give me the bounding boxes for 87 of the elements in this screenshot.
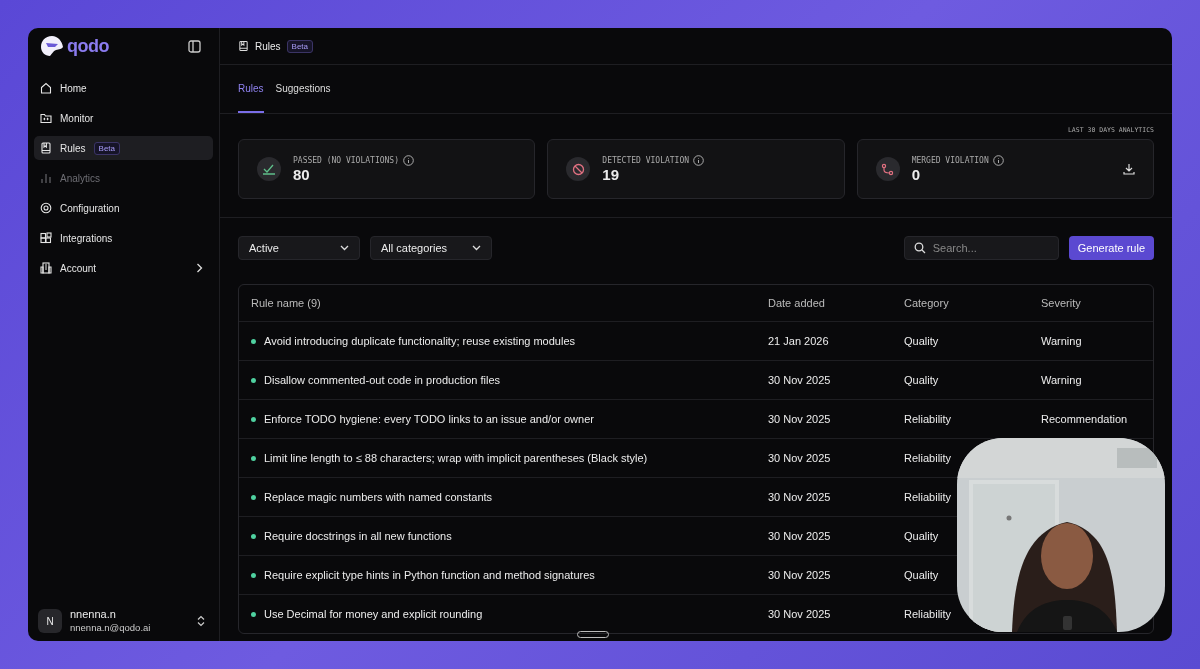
stat-value: 0	[911, 166, 921, 183]
table-cell: 30 Nov 2025	[768, 374, 831, 386]
table-cell: Quality	[904, 374, 939, 386]
sidebar-item[interactable]: Account	[34, 256, 213, 280]
table-cell: 21 Jan 2026	[768, 335, 829, 347]
table-cell: Warning	[1041, 374, 1082, 386]
table-cell: Reliability	[904, 491, 952, 503]
stat-label: MERGED VIOLATION	[911, 156, 989, 165]
page-title: Rules	[255, 40, 281, 52]
stat-label: DETECTED VIOLATION	[602, 156, 690, 165]
gear-icon	[40, 202, 52, 214]
stat-value: 19	[602, 166, 620, 183]
rule-name: Use Decimal for money and explicit rounding	[264, 608, 483, 620]
status-dot	[251, 611, 256, 617]
sidebar-toggle-icon[interactable]	[188, 39, 201, 53]
book-icon	[40, 142, 52, 154]
logo-text: qodo	[67, 35, 109, 57]
search-field[interactable]: Search...	[903, 236, 1059, 260]
table-cell: 30 Nov 2025	[768, 569, 831, 581]
status-dot	[251, 455, 256, 461]
building-icon	[40, 262, 52, 274]
table-cell: Warning	[1041, 335, 1082, 347]
status-dot	[251, 416, 256, 422]
table-cell: Reliability	[904, 608, 952, 620]
prohibited-icon	[571, 162, 585, 176]
filter-dropdown[interactable]: All categories	[370, 236, 492, 260]
table-cell: 30 Nov 2025	[768, 530, 831, 542]
filter-dropdown[interactable]: Active	[238, 236, 360, 260]
user-menu[interactable]: N nnenna.n nnenna.n@qodo.ai	[34, 601, 213, 641]
status-dot	[251, 338, 256, 344]
info-icon[interactable]	[402, 155, 414, 166]
table-cell: Recommendation	[1041, 413, 1128, 425]
drag-handle-icon[interactable]	[577, 631, 609, 638]
expand-icon	[197, 615, 205, 627]
check-icon	[262, 163, 276, 175]
table-cell: Quality	[904, 569, 939, 581]
home-icon	[40, 82, 52, 94]
sidebar-item[interactable]: Configuration	[34, 196, 213, 220]
beta-badge: Beta	[286, 39, 314, 53]
tab[interactable]: Rules	[238, 65, 264, 113]
sidebar-item[interactable]: Rules Beta	[34, 136, 213, 160]
table-cell: 30 Nov 2025	[768, 413, 831, 425]
bar-chart-icon	[40, 172, 52, 184]
info-icon[interactable]	[693, 155, 705, 166]
sidebar-item[interactable]: Home	[34, 76, 213, 100]
status-dot	[251, 494, 256, 500]
folder-icon	[40, 112, 52, 124]
bird-logo-icon	[40, 35, 64, 57]
sidebar-item[interactable]: Monitor	[34, 106, 213, 130]
table-cell: Quality	[904, 530, 939, 542]
rule-name: Avoid introducing duplicate functionality; reuse existing modules	[264, 335, 576, 347]
status-dot	[251, 377, 256, 383]
chevron-down-icon	[340, 245, 349, 251]
status-dot	[251, 572, 256, 578]
rule-name: Replace magic numbers with named constants	[264, 491, 493, 503]
chevron-down-icon	[472, 245, 481, 251]
column-header[interactable]: Severity	[1041, 297, 1153, 309]
rule-name: Limit line length to ≤ 88 characters; wrap with implicit parentheses (Black style)	[264, 452, 648, 464]
table-cell: 30 Nov 2025	[768, 491, 831, 503]
status-dot	[251, 533, 256, 539]
stat-label: PASSED (NO VIOLATIONS)	[293, 156, 399, 165]
column-header[interactable]: Category	[904, 297, 1041, 309]
generate-rule-button[interactable]: Generate rule	[1068, 236, 1154, 260]
merge-icon	[881, 162, 895, 176]
download-icon[interactable]	[1123, 163, 1135, 175]
sidebar-item[interactable]: Integrations	[34, 226, 213, 250]
search-icon	[913, 242, 926, 254]
table-cell: Reliability	[904, 413, 952, 425]
beta-badge: Beta	[93, 141, 121, 155]
user-name: nnenna.n	[70, 608, 117, 621]
blocks-icon	[40, 232, 52, 244]
tab[interactable]: Suggestions	[275, 65, 331, 113]
info-icon[interactable]	[992, 155, 1004, 166]
avatar: N	[38, 609, 62, 633]
rule-name: Require explicit type hints in Python function and method signatures	[264, 569, 595, 581]
book-icon	[238, 40, 249, 52]
table-cell: Reliability	[904, 452, 952, 464]
column-header[interactable]: Rule name (9)	[251, 297, 768, 309]
rule-name: Require docstrings in all new functions	[264, 530, 452, 542]
stat-value: 80	[293, 166, 311, 183]
column-header[interactable]: Date added	[768, 297, 904, 309]
table-cell: 30 Nov 2025	[768, 452, 831, 464]
rule-name: Disallow commented-out code in production files	[264, 374, 500, 386]
table-cell: Quality	[904, 335, 939, 347]
user-email: nnenna.n@qodo.ai	[70, 621, 152, 634]
table-cell: 30 Nov 2025	[768, 608, 831, 620]
rule-name: Enforce TODO hygiene: every TODO links to an issue and/or owner	[264, 413, 594, 425]
